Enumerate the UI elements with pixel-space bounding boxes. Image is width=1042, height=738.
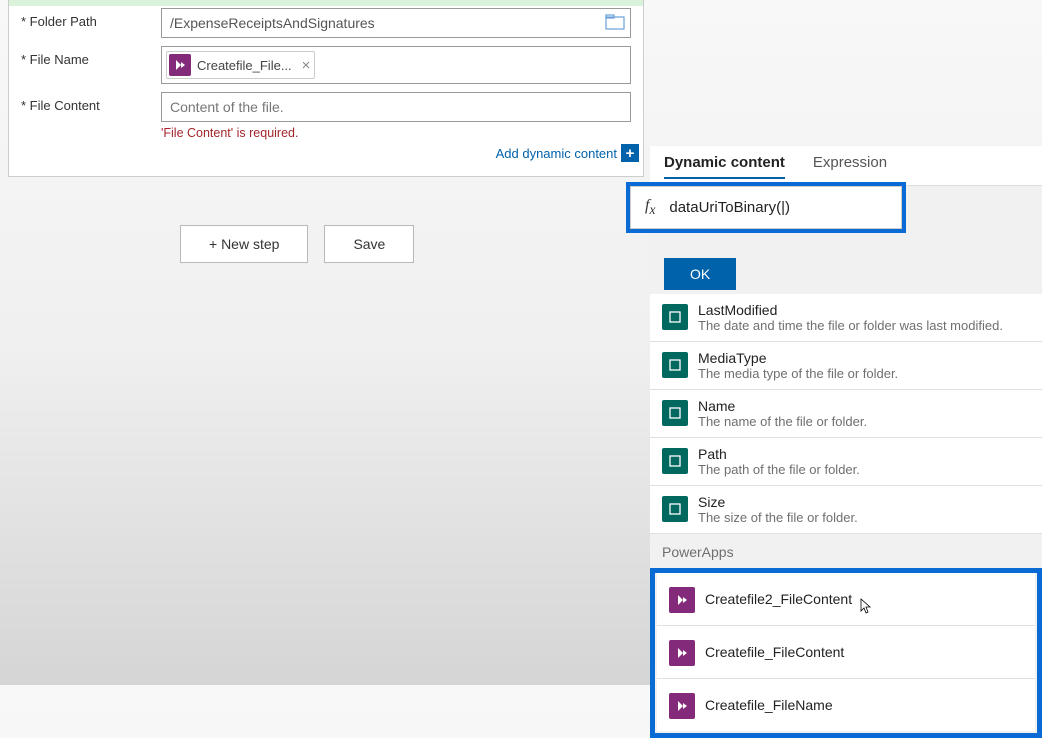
cursor-icon [856, 597, 872, 613]
connector-icon [662, 352, 688, 378]
powerapps-icon [669, 587, 695, 613]
list-item[interactable]: MediaTypeThe media type of the file or f… [650, 342, 1042, 390]
file-content-error: 'File Content' is required. [161, 126, 631, 140]
expression-text: dataUriToBinary(|) [669, 199, 790, 216]
tab-expression[interactable]: Expression [813, 154, 887, 179]
step-buttons: + New step Save [180, 225, 414, 263]
connector-icon [662, 400, 688, 426]
list-item[interactable]: NameThe name of the file or folder. [650, 390, 1042, 438]
action-card: Folder Path File Name Createfile_File...… [8, 0, 644, 177]
dynamic-content-flyout: Dynamic content Expression fx dataUriToB… [650, 146, 1042, 738]
list-item[interactable]: Createfile_FileContent [657, 626, 1035, 679]
ok-button[interactable]: OK [664, 258, 736, 290]
flyout-body: OK LastModifiedThe date and time the fil… [650, 186, 1042, 738]
flyout-tabs: Dynamic content Expression [650, 146, 1042, 186]
token-createfile-file[interactable]: Createfile_File... × [166, 51, 315, 79]
add-dynamic-content-icon[interactable]: + [621, 144, 639, 162]
add-dynamic-row: Add dynamic content + [9, 140, 643, 168]
label-folder-path: Folder Path [21, 8, 161, 29]
row-folder-path: Folder Path [9, 0, 643, 38]
row-file-name: File Name Createfile_File... × [9, 38, 643, 84]
file-content-placeholder: Content of the file. [166, 97, 288, 117]
file-content-input[interactable]: Content of the file. [161, 92, 631, 122]
folder-picker-icon[interactable] [605, 13, 625, 31]
dynamic-item-list: LastModifiedThe date and time the file o… [650, 294, 1042, 534]
list-item[interactable]: LastModifiedThe date and time the file o… [650, 294, 1042, 342]
folder-path-input[interactable] [161, 8, 631, 38]
new-step-button[interactable]: + New step [180, 225, 308, 263]
fx-icon: fx [645, 197, 655, 218]
add-dynamic-content-link[interactable]: Add dynamic content [496, 146, 617, 161]
connector-icon [662, 304, 688, 330]
connector-icon [662, 448, 688, 474]
label-file-content: File Content [21, 92, 161, 113]
list-item[interactable]: Createfile_FileName [657, 679, 1035, 731]
token-label: Createfile_File... [197, 58, 292, 73]
save-button[interactable]: Save [324, 225, 414, 263]
powerapps-icon [669, 693, 695, 719]
connector-icon [662, 496, 688, 522]
list-item[interactable]: SizeThe size of the file or folder. [650, 486, 1042, 534]
expression-editor[interactable]: fx dataUriToBinary(|) [630, 186, 902, 229]
powerapps-list-highlight: Createfile2_FileContent Createfile_FileC… [650, 568, 1042, 738]
token-remove-icon[interactable]: × [302, 57, 311, 74]
powerapps-icon [169, 54, 191, 76]
label-file-name: File Name [21, 46, 161, 67]
list-item[interactable]: Createfile2_FileContent [657, 573, 1035, 626]
row-file-content: File Content Content of the file. 'File … [9, 84, 643, 140]
powerapps-icon [669, 640, 695, 666]
file-name-input[interactable]: Createfile_File... × [161, 46, 631, 84]
expression-editor-highlight: fx dataUriToBinary(|) [626, 182, 906, 233]
list-item[interactable]: PathThe path of the file or folder. [650, 438, 1042, 486]
tab-dynamic-content[interactable]: Dynamic content [664, 154, 785, 179]
group-powerapps: PowerApps [650, 534, 1042, 568]
